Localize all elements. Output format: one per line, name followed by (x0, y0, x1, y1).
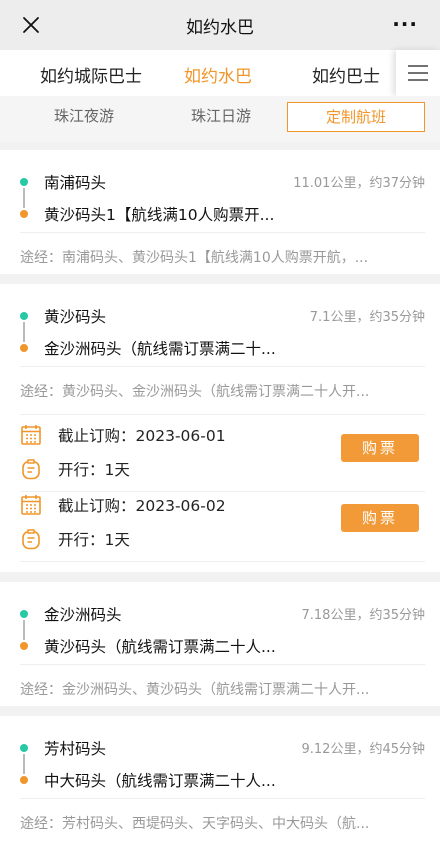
main-tabs: 如约城际巴士 如约水巴 如约巴士 (0, 50, 440, 96)
origin-dot-icon (20, 312, 28, 320)
calendar-icon (21, 495, 41, 515)
close-icon[interactable] (16, 10, 46, 40)
destination-name: 中大码头（航线需订票满二十人... (44, 772, 276, 790)
nav-bar: 如约水巴 ··· (0, 0, 440, 50)
tab-bus[interactable]: 如约巴士 (312, 62, 380, 87)
divider (20, 366, 425, 367)
route-via: 途经：金沙洲码头、黄沙码头（航线需订票满二十人开... (20, 682, 370, 698)
origin-name: 黄沙码头 (44, 308, 107, 326)
tab-intercity-bus[interactable]: 如约城际巴士 (40, 62, 142, 87)
divider (20, 798, 425, 799)
clipboard-icon (22, 529, 40, 550)
operation-duration: 开行：1天 (58, 531, 130, 549)
route-destination: 黄沙码头1【航线满10人购票开... (20, 204, 274, 224)
clipboard-icon (22, 459, 40, 480)
route-origin: 金沙洲码头 (20, 604, 122, 624)
route-via: 途经：黄沙码头、金沙洲码头（航线需订票满二十人开... (20, 384, 370, 400)
calendar-icon (21, 425, 41, 445)
divider (20, 232, 425, 233)
route-origin: 南浦码头 (20, 172, 106, 192)
origin-name: 金沙洲码头 (44, 606, 122, 624)
subtab-custom-voyage[interactable]: 定制航班 (287, 102, 425, 132)
destination-dot-icon (20, 210, 28, 218)
destination-dot-icon (20, 776, 28, 784)
origin-dot-icon (20, 744, 28, 752)
buy-ticket-button[interactable]: 购票 (341, 504, 419, 532)
tab-water-bus[interactable]: 如约水巴 (184, 62, 252, 87)
tab-menu-button[interactable] (396, 50, 440, 96)
origin-dot-icon (20, 610, 28, 618)
schedule-item: 截止订购：2023-06-02 开行：1天 购票 (20, 492, 425, 562)
route-distance: 7.1公里，约35分钟 (309, 310, 425, 325)
route-distance: 7.18公里，约35分钟 (301, 608, 426, 623)
divider (20, 664, 425, 665)
operation-duration: 开行：1天 (58, 461, 130, 479)
route-destination: 金沙洲码头（航线需订票满二十... (20, 338, 276, 358)
route-destination: 黄沙码头（航线需订票满二十人... (20, 636, 276, 656)
menu-icon (408, 65, 428, 81)
route-card[interactable]: 黄沙码头 金沙洲码头（航线需订票满二十... 7.1公里，约35分钟 途经：黄沙… (0, 284, 440, 572)
route-origin: 黄沙码头 (20, 306, 106, 326)
sub-tabs: 珠江夜游 珠江日游 定制航班 (0, 96, 440, 142)
divider (20, 561, 425, 562)
route-distance: 9.12公里，约45分钟 (301, 742, 426, 757)
origin-dot-icon (20, 178, 28, 186)
page-title: 如约水巴 (186, 17, 254, 38)
subtab-night-tour[interactable]: 珠江夜游 (15, 102, 153, 132)
route-origin: 芳村码头 (20, 738, 106, 758)
subtab-day-tour[interactable]: 珠江日游 (152, 102, 290, 132)
route-via: 途经：芳村码头、西堤码头、天字码头、中大码头（航... (20, 816, 370, 832)
destination-name: 金沙洲码头（航线需订票满二十... (44, 340, 276, 358)
destination-dot-icon (20, 344, 28, 352)
buy-ticket-button[interactable]: 购票 (341, 434, 419, 462)
destination-name: 黄沙码头1【航线满10人购票开... (44, 206, 275, 224)
order-deadline: 截止订购：2023-06-01 (58, 427, 226, 445)
schedule-item: 截止订购：2023-06-01 开行：1天 购票 (20, 422, 425, 492)
origin-name: 芳村码头 (44, 740, 107, 758)
route-card[interactable]: 金沙洲码头 黄沙码头（航线需订票满二十人... 7.18公里，约35分钟 途经：… (0, 582, 440, 706)
destination-name: 黄沙码头（航线需订票满二十人... (44, 638, 276, 656)
route-card[interactable]: 芳村码头 中大码头（航线需订票满二十人... 9.12公里，约45分钟 途经：芳… (0, 716, 440, 850)
route-via: 途经：南浦码头、黄沙码头1【航线满10人购票开航，... (20, 250, 369, 266)
more-icon[interactable]: ··· (392, 12, 418, 36)
origin-name: 南浦码头 (44, 174, 107, 192)
destination-dot-icon (20, 642, 28, 650)
order-deadline: 截止订购：2023-06-02 (58, 497, 226, 515)
divider (20, 414, 425, 415)
route-destination: 中大码头（航线需订票满二十人... (20, 770, 276, 790)
route-distance: 11.01公里，约37分钟 (293, 176, 425, 191)
route-card[interactable]: 南浦码头 黄沙码头1【航线满10人购票开... 11.01公里，约37分钟 途经… (0, 150, 440, 274)
